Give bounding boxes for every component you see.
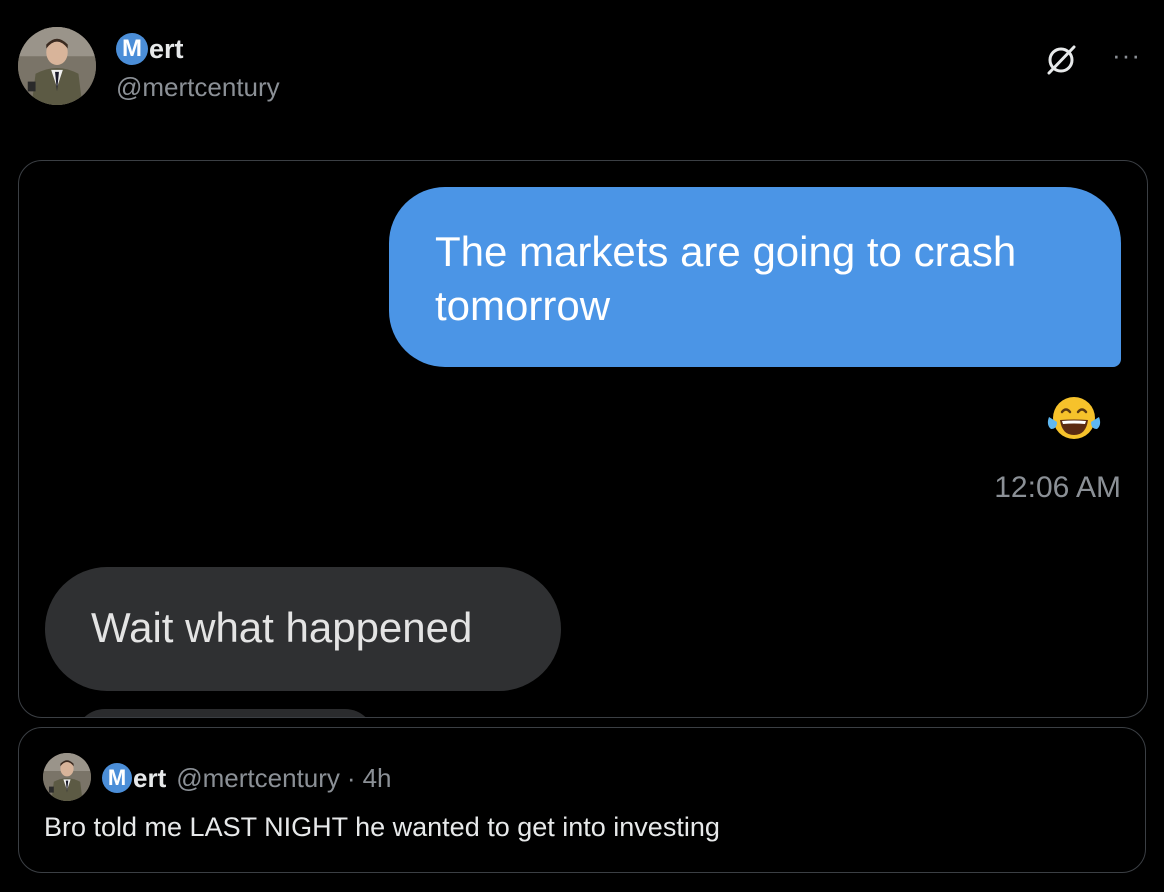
quote-author-avatar[interactable]	[43, 753, 91, 801]
quote-name-rest: ert	[133, 762, 167, 793]
incoming-message-bubble-partial	[75, 709, 375, 717]
quote-separator: ·	[346, 762, 356, 793]
author-handle[interactable]: @mertcentury	[116, 72, 280, 103]
quote-header: Mert @mertcentury · 4h	[102, 760, 392, 796]
quoted-post-card[interactable]	[18, 727, 1146, 873]
post-media-image[interactable]: The markets are going to crash tomorrow …	[18, 160, 1148, 718]
quote-time: 4h	[362, 762, 392, 793]
quote-text: Bro told me LAST NIGHT he wanted to get …	[44, 812, 720, 842]
quote-author-handle: @mertcentury	[176, 762, 340, 793]
grok-icon[interactable]	[1043, 42, 1079, 78]
outgoing-message-bubble: The markets are going to crash tomorrow	[389, 187, 1121, 367]
incoming-message-bubble: Wait what happened	[45, 567, 561, 691]
more-dots-icon[interactable]: ···	[1112, 40, 1152, 70]
name-initial-badge: M	[116, 33, 148, 65]
author-display-name[interactable]: Mert	[116, 32, 184, 66]
laughing-tears-emoji-icon	[1045, 393, 1103, 443]
avatar-portrait-icon	[18, 27, 96, 105]
author-avatar[interactable]	[18, 27, 96, 105]
quote-name-initial-badge: M	[102, 763, 132, 793]
avatar-portrait-icon	[43, 753, 91, 801]
name-rest: ert	[149, 33, 184, 64]
message-timestamp: 12:06 AM	[994, 471, 1121, 504]
